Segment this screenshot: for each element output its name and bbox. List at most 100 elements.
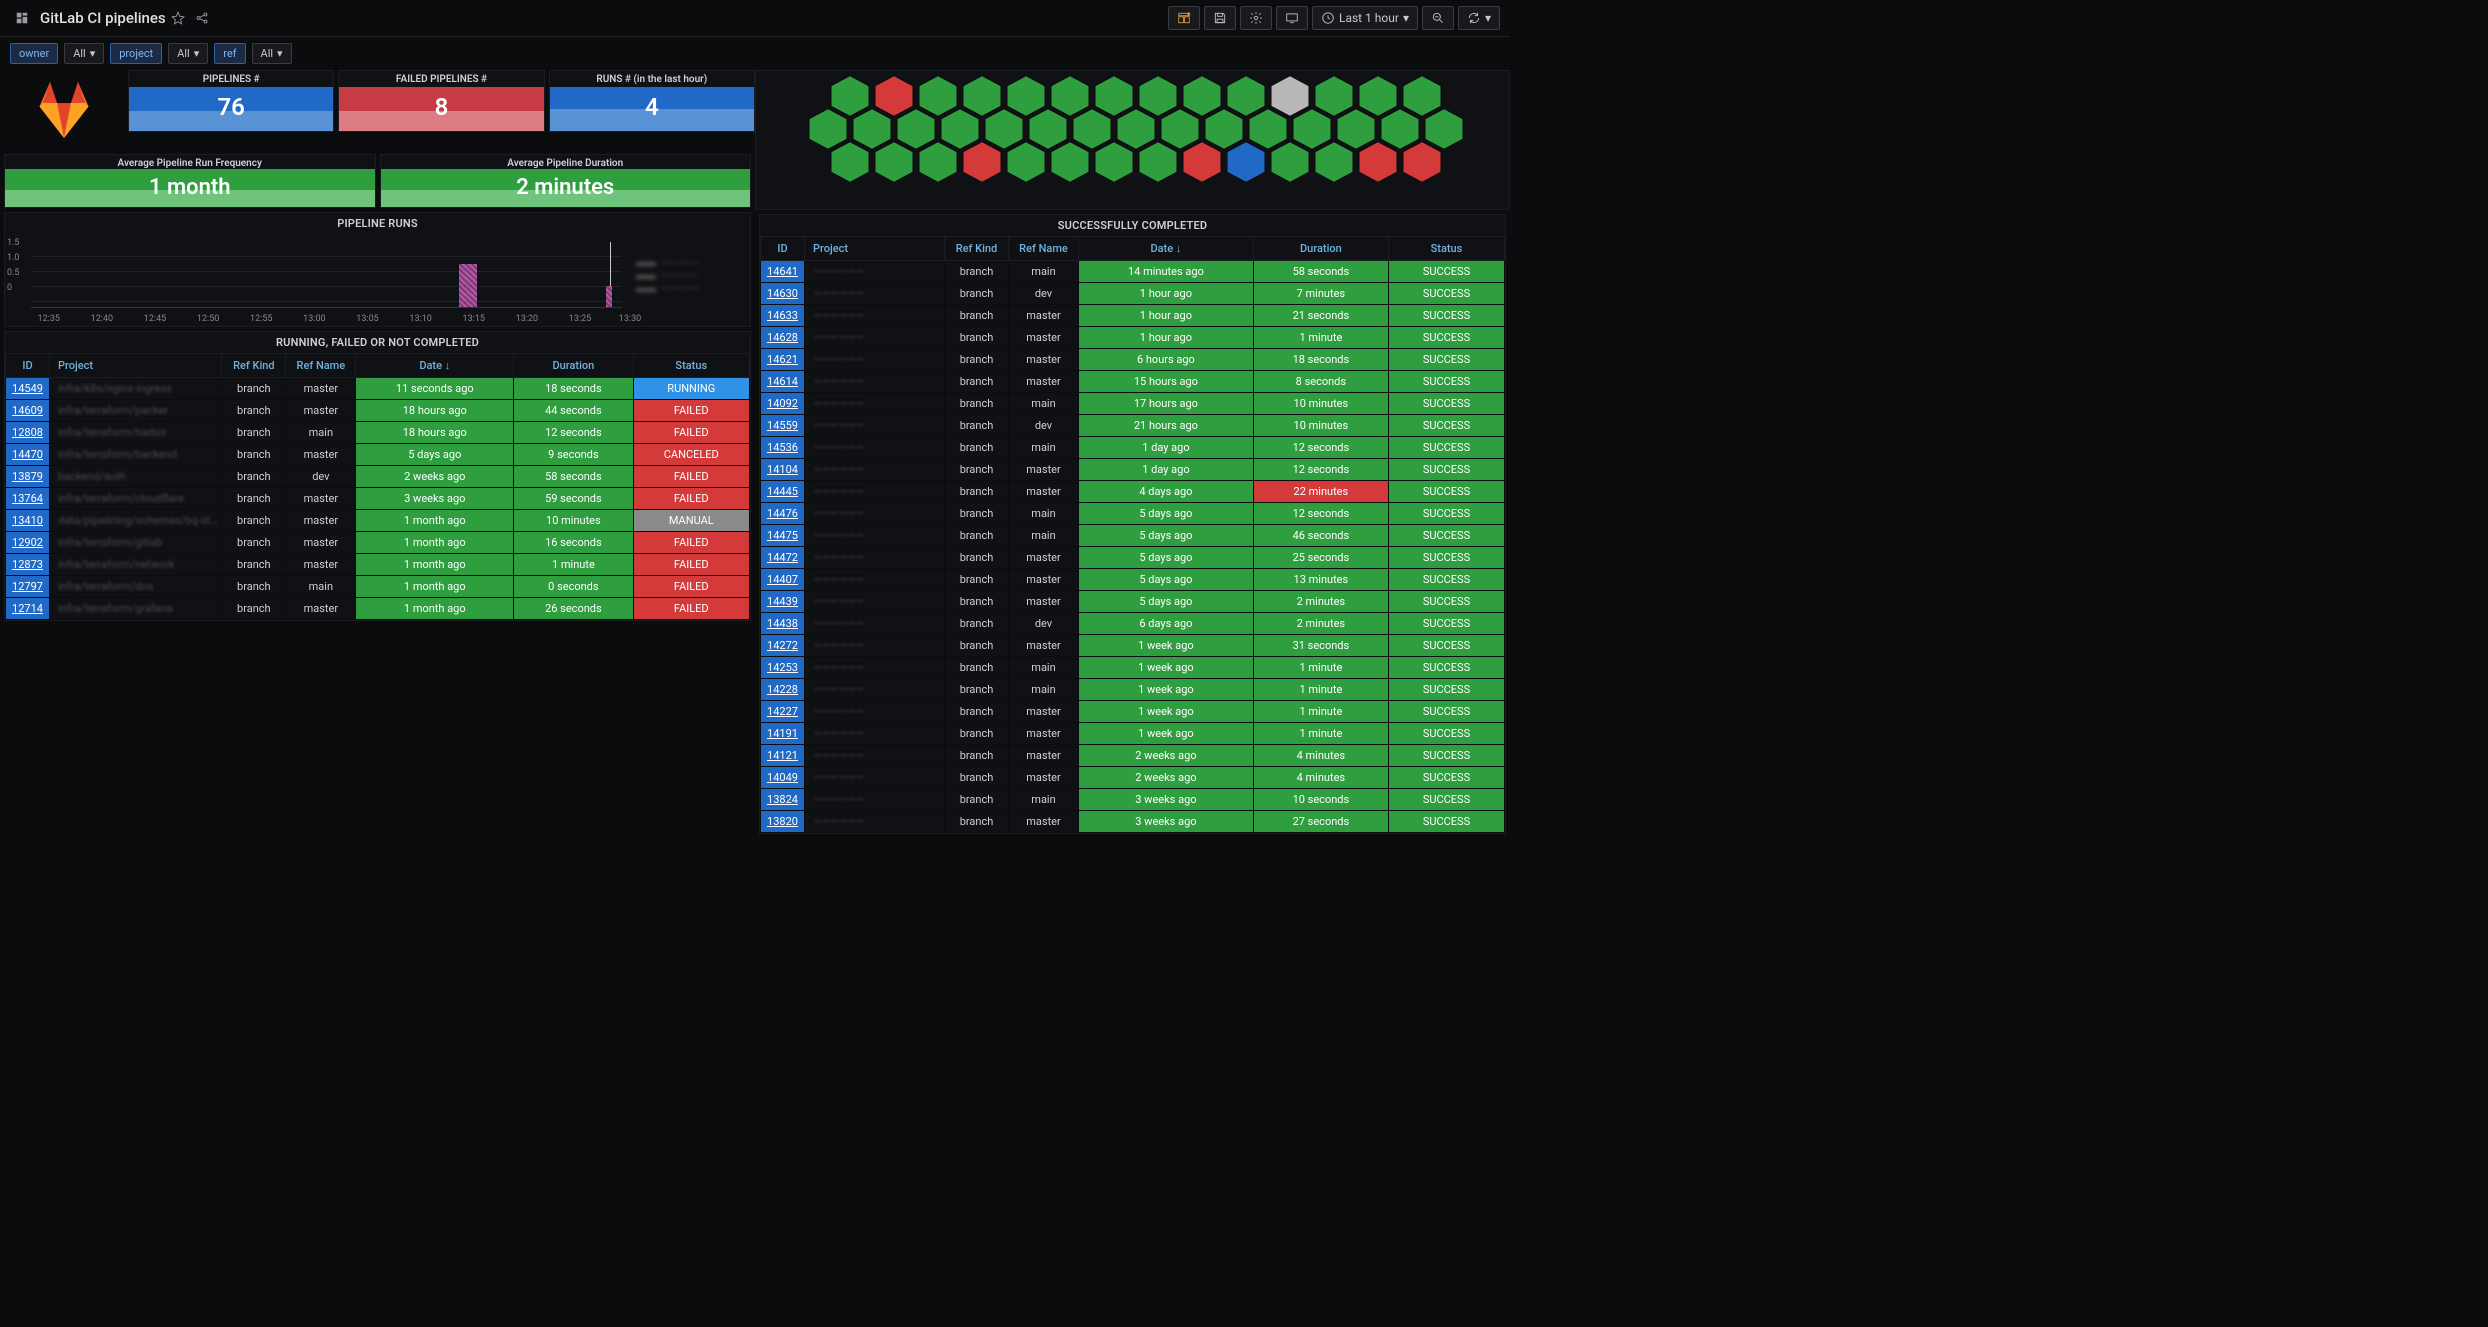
pipeline-id-cell[interactable]: 14253 — [761, 657, 805, 679]
pipeline-id-cell[interactable]: 13820 — [761, 811, 805, 833]
col-header[interactable]: Date ↓ — [356, 354, 514, 378]
ref-kind-cell: branch — [945, 701, 1009, 723]
ref-kind-cell: branch — [222, 532, 286, 554]
stat-avg-frequency[interactable]: Average Pipeline Run Frequency 1 month — [4, 154, 376, 208]
status-hex[interactable] — [1224, 143, 1268, 181]
pipeline-id-cell[interactable]: 14472 — [761, 547, 805, 569]
pipeline-id-cell[interactable]: 14227 — [761, 701, 805, 723]
stat-avg-duration[interactable]: Average Pipeline Duration 2 minutes — [380, 154, 752, 208]
col-header[interactable]: ID — [6, 354, 50, 378]
project-cell: —————— — [805, 283, 945, 305]
pipeline-id-cell[interactable]: 14439 — [761, 591, 805, 613]
pipeline-id-cell[interactable]: 14559 — [761, 415, 805, 437]
pipeline-id-cell[interactable]: 12808 — [6, 422, 50, 444]
pipeline-id-cell[interactable]: 14445 — [761, 481, 805, 503]
date-cell: 1 month ago — [356, 554, 514, 576]
status-hex[interactable] — [1180, 143, 1224, 181]
ref-name-cell: main — [1009, 503, 1079, 525]
pipeline-id-cell[interactable]: 13879 — [6, 466, 50, 488]
tv-mode-button[interactable] — [1276, 6, 1308, 30]
panel-pipeline-runs[interactable]: PIPELINE RUNS 1.5 1.0 0.5 0 12:35 12: — [4, 212, 751, 327]
dashboard-grid-icon[interactable] — [15, 11, 29, 25]
variables-bar: owner All▾ project All▾ ref All▾ — [0, 37, 1510, 70]
col-header[interactable]: Status — [1388, 237, 1504, 261]
status-hex[interactable] — [872, 143, 916, 181]
pipeline-id-cell[interactable]: 14407 — [761, 569, 805, 591]
col-header[interactable]: Ref Name — [286, 354, 356, 378]
pipeline-id-cell[interactable]: 12873 — [6, 554, 50, 576]
settings-button[interactable] — [1240, 6, 1272, 30]
pipeline-id-cell[interactable]: 14121 — [761, 745, 805, 767]
status-hex[interactable] — [1004, 143, 1048, 181]
col-header[interactable]: Date ↓ — [1079, 237, 1254, 261]
date-cell: 1 month ago — [356, 532, 514, 554]
refresh-button[interactable]: ▾ — [1458, 6, 1500, 30]
pipeline-id-cell[interactable]: 14475 — [761, 525, 805, 547]
pipeline-id-cell[interactable]: 13824 — [761, 789, 805, 811]
stat-pipelines[interactable]: PIPELINES # 76 — [128, 70, 334, 132]
pipeline-id-cell[interactable]: 13410 — [6, 510, 50, 532]
var-owner-select[interactable]: All▾ — [64, 43, 104, 64]
pipeline-id-cell[interactable]: 14092 — [761, 393, 805, 415]
pipeline-id-cell[interactable]: 14549 — [6, 378, 50, 400]
pipeline-id-cell[interactable]: 13764 — [6, 488, 50, 510]
pipeline-id-cell[interactable]: 14049 — [761, 767, 805, 789]
status-hex[interactable] — [1136, 143, 1180, 181]
ref-kind-cell: branch — [945, 789, 1009, 811]
zoom-out-button[interactable] — [1422, 6, 1454, 30]
pipeline-id-cell[interactable]: 14621 — [761, 349, 805, 371]
col-header[interactable]: Ref Kind — [945, 237, 1009, 261]
col-header[interactable]: Duration — [1253, 237, 1388, 261]
date-cell: 21 hours ago — [1079, 415, 1254, 437]
col-header[interactable]: Duration — [514, 354, 633, 378]
status-hex[interactable] — [1312, 143, 1356, 181]
pipeline-id-cell[interactable]: 14476 — [761, 503, 805, 525]
pipeline-id-cell[interactable]: 14191 — [761, 723, 805, 745]
pipeline-id-cell[interactable]: 14628 — [761, 327, 805, 349]
status-hex[interactable] — [1092, 143, 1136, 181]
col-header[interactable]: Ref Kind — [222, 354, 286, 378]
status-hex[interactable] — [828, 143, 872, 181]
panel-honeycomb[interactable] — [755, 70, 1510, 210]
share-icon[interactable] — [195, 11, 209, 25]
time-range-picker[interactable]: Last 1 hour ▾ — [1312, 6, 1418, 30]
var-project-select[interactable]: All▾ — [168, 43, 208, 64]
status-cell: SUCCESS — [1388, 349, 1504, 371]
pipeline-id-cell[interactable]: 14536 — [761, 437, 805, 459]
col-header[interactable]: Project — [50, 354, 222, 378]
runs-plot[interactable] — [31, 242, 622, 308]
status-hex[interactable] — [960, 143, 1004, 181]
pipeline-id-cell[interactable]: 14641 — [761, 261, 805, 283]
pipeline-id-cell[interactable]: 14470 — [6, 444, 50, 466]
pipeline-id-cell[interactable]: 14633 — [761, 305, 805, 327]
save-button[interactable] — [1204, 6, 1236, 30]
col-header[interactable]: Project — [805, 237, 945, 261]
status-hex[interactable] — [1356, 143, 1400, 181]
col-header[interactable]: ID — [761, 237, 805, 261]
table-row: 14630——————branchdev1 hour ago7 minutesS… — [761, 283, 1505, 305]
star-icon[interactable] — [171, 11, 185, 25]
runs-legend: ————— ————— ————— — [630, 236, 750, 326]
stat-runs-last-hour[interactable]: RUNS # (in the last hour) 4 — [549, 70, 755, 132]
add-panel-button[interactable] — [1168, 6, 1200, 30]
pipeline-id-cell[interactable]: 14609 — [6, 400, 50, 422]
pipeline-id-cell[interactable]: 14614 — [761, 371, 805, 393]
stat-failed-pipelines[interactable]: FAILED PIPELINES # 8 — [338, 70, 544, 132]
pipeline-id-cell[interactable]: 14438 — [761, 613, 805, 635]
var-ref-select[interactable]: All▾ — [252, 43, 292, 64]
status-hex[interactable] — [1268, 143, 1312, 181]
col-header[interactable]: Ref Name — [1009, 237, 1079, 261]
pipeline-id-cell[interactable]: 12797 — [6, 576, 50, 598]
pipeline-id-cell[interactable]: 14630 — [761, 283, 805, 305]
pipeline-id-cell[interactable]: 12714 — [6, 598, 50, 620]
pipeline-id-cell[interactable]: 14228 — [761, 679, 805, 701]
col-header[interactable]: Status — [633, 354, 749, 378]
status-cell: SUCCESS — [1388, 767, 1504, 789]
status-hex[interactable] — [1048, 143, 1092, 181]
pipeline-id-cell[interactable]: 14104 — [761, 459, 805, 481]
status-hex[interactable] — [916, 143, 960, 181]
pipeline-id-cell[interactable]: 14272 — [761, 635, 805, 657]
status-hex[interactable] — [1400, 143, 1444, 181]
ref-kind-cell: branch — [222, 400, 286, 422]
pipeline-id-cell[interactable]: 12902 — [6, 532, 50, 554]
